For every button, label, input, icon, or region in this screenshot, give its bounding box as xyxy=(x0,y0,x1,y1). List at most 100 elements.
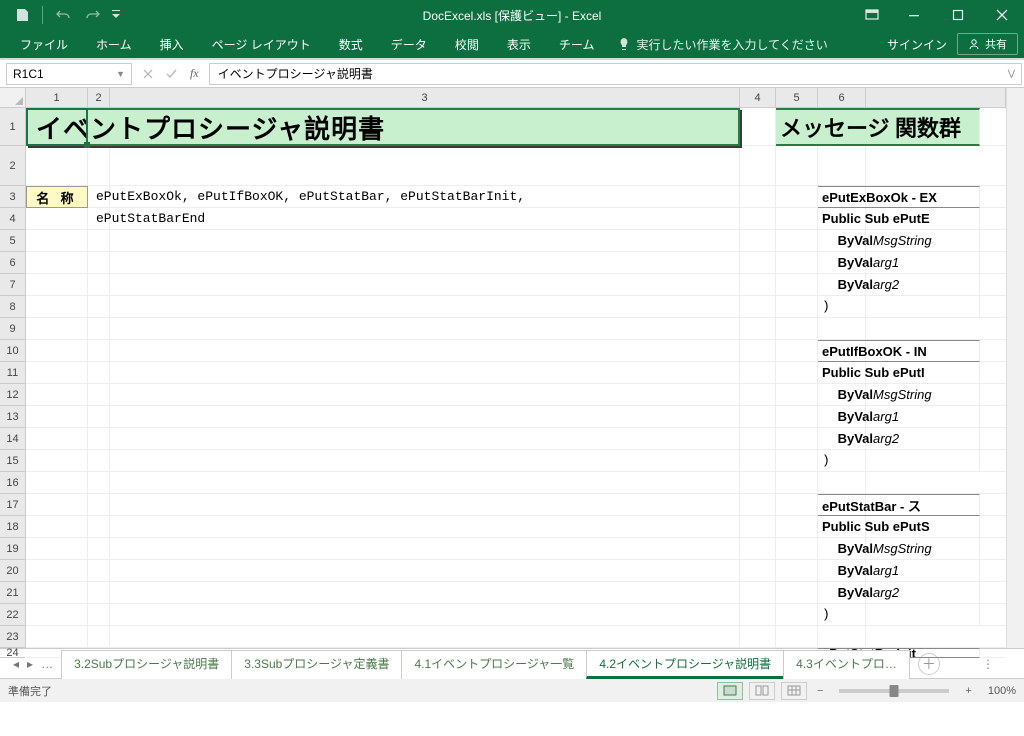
code-arg[interactable]: ByVal arg1 xyxy=(818,406,980,428)
name-label-cell[interactable]: 名 称 xyxy=(26,186,88,208)
row-header[interactable]: 2 xyxy=(0,146,25,186)
sheet-tab[interactable]: 3.3Subプロシージャ定義書 xyxy=(231,650,402,679)
column-header[interactable]: 3 xyxy=(110,88,740,107)
code-block-head[interactable]: ePutIfBoxOK - IN xyxy=(818,340,980,362)
row-header[interactable]: 15 xyxy=(0,450,25,472)
column-header[interactable]: 2 xyxy=(88,88,110,107)
view-normal-icon[interactable] xyxy=(717,682,743,700)
row-header[interactable]: 6 xyxy=(0,252,25,274)
code-arg[interactable]: ByVal MsgString xyxy=(818,230,980,252)
close-icon[interactable] xyxy=(980,0,1024,30)
row-header[interactable]: 7 xyxy=(0,274,25,296)
sheet-nav-menu-icon[interactable]: … xyxy=(38,657,56,671)
row-header[interactable]: 1 xyxy=(0,108,25,146)
tab-review[interactable]: 校閲 xyxy=(441,30,493,58)
row-header[interactable]: 17 xyxy=(0,494,25,516)
row-header[interactable]: 18 xyxy=(0,516,25,538)
sheet-tab[interactable]: 4.2イベントプロシージャ説明書 xyxy=(586,650,784,679)
code-close[interactable]: ) xyxy=(818,450,980,472)
row-header[interactable]: 4 xyxy=(0,208,25,230)
row-header[interactable]: 14 xyxy=(0,428,25,450)
cells-area[interactable]: イベントプロシージャ説明書メッセージ 関数群名 称ePutExBoxOk, eP… xyxy=(26,108,1006,648)
code-arg[interactable]: ByVal arg2 xyxy=(818,582,980,604)
row-header[interactable]: 21 xyxy=(0,582,25,604)
code-arg[interactable]: ByVal arg2 xyxy=(818,428,980,450)
signin-link[interactable]: サインイン xyxy=(887,36,947,53)
code-arg[interactable]: ByVal arg1 xyxy=(818,252,980,274)
row-header[interactable]: 9 xyxy=(0,318,25,340)
row-header[interactable]: 5 xyxy=(0,230,25,252)
sheet-tab[interactable]: 4.3イベントプロ… xyxy=(783,650,910,679)
row-header[interactable]: 12 xyxy=(0,384,25,406)
zoom-out-button[interactable]: − xyxy=(813,685,827,697)
select-all-corner[interactable] xyxy=(0,88,26,108)
row-header[interactable]: 11 xyxy=(0,362,25,384)
enter-formula-icon[interactable] xyxy=(160,63,184,85)
row-header[interactable]: 19 xyxy=(0,538,25,560)
fx-icon[interactable]: fx xyxy=(184,66,205,81)
name-box[interactable]: R1C1 ▼ xyxy=(6,63,132,85)
formula-input[interactable]: イベントプロシージャ説明書 xyxy=(209,63,1002,85)
chevron-down-icon[interactable]: ▼ xyxy=(116,69,125,79)
code-block-sub[interactable]: Public Sub ePutE xyxy=(818,208,980,230)
spreadsheet-grid[interactable]: 123456 123456789101112131415161718192021… xyxy=(0,88,1024,648)
name-line2-cell[interactable]: ePutStatBarEnd xyxy=(88,208,740,230)
formula-expand-icon[interactable]: ⋁ xyxy=(1002,63,1022,85)
code-block-head[interactable]: ePutExBoxOk - EX xyxy=(818,186,980,208)
tell-me-search[interactable]: 実行したい作業を入力してください xyxy=(608,36,837,53)
code-close[interactable]: ) xyxy=(818,604,980,626)
qat-customize-icon[interactable] xyxy=(109,2,123,28)
tab-view[interactable]: 表示 xyxy=(493,30,545,58)
view-page-layout-icon[interactable] xyxy=(749,682,775,700)
sheet-nav-arrows[interactable]: ◂ ▸ … xyxy=(4,657,62,671)
sheet-nav-first-icon[interactable]: ◂ xyxy=(10,657,22,671)
row-header[interactable]: 24 xyxy=(0,648,25,658)
view-page-break-icon[interactable] xyxy=(781,682,807,700)
row-header[interactable]: 16 xyxy=(0,472,25,494)
sheet-tab[interactable]: 3.2Subプロシージャ説明書 xyxy=(61,650,232,679)
row-header[interactable]: 3 xyxy=(0,186,25,208)
row-header[interactable]: 10 xyxy=(0,340,25,362)
code-arg[interactable]: ByVal arg2 xyxy=(818,274,980,296)
vertical-scrollbar[interactable] xyxy=(1006,88,1024,648)
code-block-sub[interactable]: Public Sub ePutS xyxy=(818,516,980,538)
code-arg[interactable]: ByVal MsgString xyxy=(818,384,980,406)
tab-insert[interactable]: 挿入 xyxy=(146,30,198,58)
code-close[interactable]: ) xyxy=(818,296,980,318)
zoom-in-button[interactable]: + xyxy=(961,685,975,697)
row-header[interactable]: 13 xyxy=(0,406,25,428)
title-cell-right[interactable]: メッセージ 関数群 xyxy=(776,108,980,146)
row-header[interactable]: 8 xyxy=(0,296,25,318)
zoom-level[interactable]: 100% xyxy=(988,685,1016,697)
code-arg[interactable]: ByVal MsgString xyxy=(818,538,980,560)
save-icon[interactable] xyxy=(8,2,36,28)
column-header[interactable]: 6 xyxy=(818,88,866,107)
share-button[interactable]: 共有 xyxy=(957,33,1018,55)
tab-overflow-icon[interactable]: ⋮ xyxy=(974,657,1002,671)
column-header[interactable]: 5 xyxy=(776,88,818,107)
tab-home[interactable]: ホーム xyxy=(82,30,146,58)
tab-formulas[interactable]: 数式 xyxy=(325,30,377,58)
name-line1-cell[interactable]: ePutExBoxOk, ePutIfBoxOK, ePutStatBar, e… xyxy=(88,186,740,208)
code-block-sub[interactable]: Public Sub ePutI xyxy=(818,362,980,384)
sheet-tab[interactable]: 4.1イベントプロシージャ一覧 xyxy=(401,650,587,679)
tab-file[interactable]: ファイル xyxy=(6,30,82,58)
code-block-head[interactable]: ePutStatBar - ス xyxy=(818,494,980,516)
redo-icon[interactable] xyxy=(79,2,107,28)
tab-page-layout[interactable]: ページ レイアウト xyxy=(198,30,325,58)
minimize-icon[interactable] xyxy=(892,0,936,30)
column-header[interactable]: 4 xyxy=(740,88,776,107)
column-header[interactable]: 1 xyxy=(26,88,88,107)
row-header[interactable]: 20 xyxy=(0,560,25,582)
undo-icon[interactable] xyxy=(49,2,77,28)
row-header[interactable]: 22 xyxy=(0,604,25,626)
row-header[interactable]: 23 xyxy=(0,626,25,648)
sheet-nav-prev-icon[interactable]: ▸ xyxy=(24,657,36,671)
zoom-slider[interactable] xyxy=(839,689,949,693)
ribbon-display-options-icon[interactable] xyxy=(852,0,892,30)
cancel-formula-icon[interactable] xyxy=(136,63,160,85)
maximize-icon[interactable] xyxy=(936,0,980,30)
title-cell-main[interactable]: イベントプロシージャ説明書 xyxy=(26,108,740,146)
tab-team[interactable]: チーム xyxy=(545,30,609,58)
tab-data[interactable]: データ xyxy=(377,30,441,58)
